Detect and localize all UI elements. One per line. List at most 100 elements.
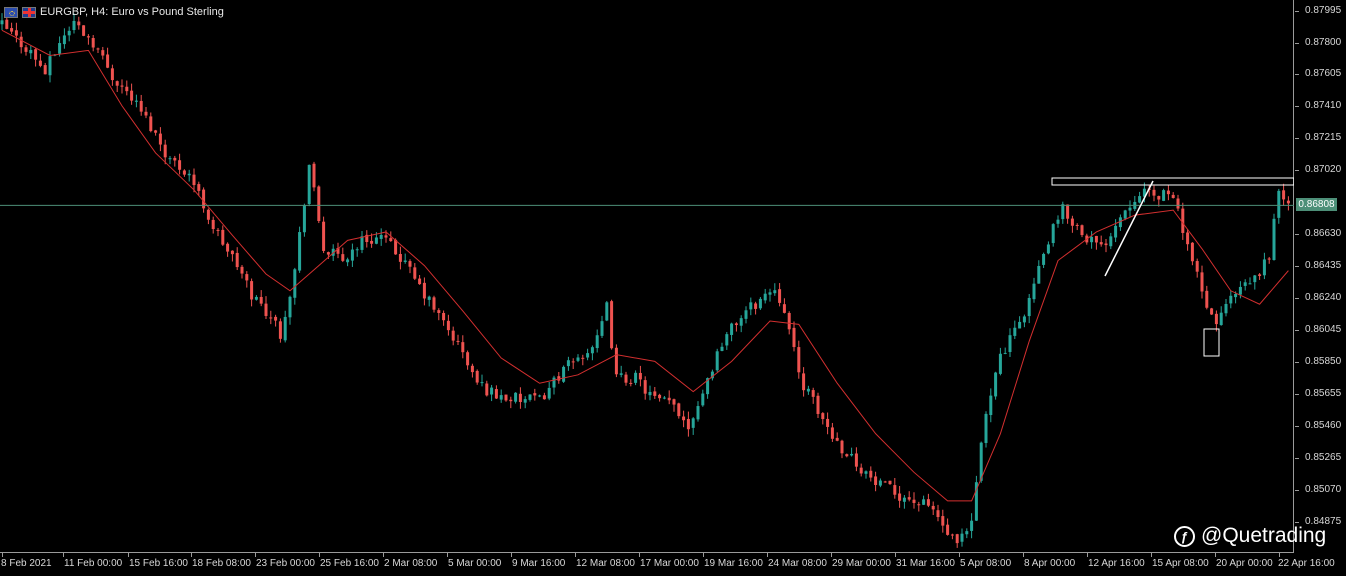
bull-candle[interactable] xyxy=(490,387,494,395)
bull-candle[interactable] xyxy=(1262,259,1266,276)
bear-candle[interactable] xyxy=(581,357,585,359)
bear-candle[interactable] xyxy=(658,394,662,399)
bear-candle[interactable] xyxy=(845,454,849,457)
bear-candle[interactable] xyxy=(485,383,489,396)
bull-candle[interactable] xyxy=(749,302,753,310)
bull-candle[interactable] xyxy=(576,357,580,361)
bear-candle[interactable] xyxy=(797,347,801,373)
bear-candle[interactable] xyxy=(115,81,119,86)
bear-candle[interactable] xyxy=(389,238,393,242)
bear-candle[interactable] xyxy=(1205,290,1209,308)
bull-candle[interactable] xyxy=(590,347,594,354)
bear-candle[interactable] xyxy=(475,370,479,383)
bull-candle[interactable] xyxy=(1013,327,1017,336)
bear-candle[interactable] xyxy=(5,19,9,29)
bear-candle[interactable] xyxy=(1195,261,1199,272)
bear-candle[interactable] xyxy=(509,399,513,402)
bull-candle[interactable] xyxy=(648,391,652,396)
bear-candle[interactable] xyxy=(672,399,676,405)
bear-candle[interactable] xyxy=(77,21,81,26)
bull-candle[interactable] xyxy=(499,395,503,400)
bear-candle[interactable] xyxy=(811,390,815,397)
bull-candle[interactable] xyxy=(293,269,297,298)
bull-candle[interactable] xyxy=(298,232,302,271)
bull-candle[interactable] xyxy=(1114,225,1118,238)
bear-candle[interactable] xyxy=(1176,198,1180,209)
bear-candle[interactable] xyxy=(278,321,282,339)
bear-candle[interactable] xyxy=(192,174,196,186)
bear-candle[interactable] xyxy=(754,303,758,309)
bull-candle[interactable] xyxy=(1229,295,1233,304)
bull-candle[interactable] xyxy=(528,394,532,400)
bear-candle[interactable] xyxy=(384,235,388,238)
bear-candle[interactable] xyxy=(610,301,614,349)
bull-candle[interactable] xyxy=(379,234,383,239)
bull-candle[interactable] xyxy=(134,100,138,102)
bear-candle[interactable] xyxy=(173,157,177,161)
bear-candle[interactable] xyxy=(653,391,657,396)
bull-candle[interactable] xyxy=(662,397,666,399)
bear-candle[interactable] xyxy=(802,373,806,391)
bull-candle[interactable] xyxy=(283,316,287,341)
bear-candle[interactable] xyxy=(269,317,273,319)
bear-candle[interactable] xyxy=(782,304,786,313)
bear-candle[interactable] xyxy=(1286,200,1290,204)
bear-candle[interactable] xyxy=(883,481,887,483)
bull-candle[interactable] xyxy=(701,393,705,406)
bull-candle[interactable] xyxy=(730,323,734,335)
bull-candle[interactable] xyxy=(403,260,407,262)
bear-candle[interactable] xyxy=(125,86,129,92)
bull-candle[interactable] xyxy=(600,321,604,336)
bull-candle[interactable] xyxy=(346,259,350,263)
bull-candle[interactable] xyxy=(168,158,172,160)
bear-candle[interactable] xyxy=(859,467,863,474)
bear-candle[interactable] xyxy=(533,393,537,396)
bull-candle[interactable] xyxy=(302,205,306,233)
bear-candle[interactable] xyxy=(341,254,345,261)
bull-candle[interactable] xyxy=(1042,253,1046,265)
bull-candle[interactable] xyxy=(922,499,926,505)
bear-candle[interactable] xyxy=(1186,232,1190,245)
bear-candle[interactable] xyxy=(370,240,374,244)
bull-candle[interactable] xyxy=(696,406,700,420)
bear-candle[interactable] xyxy=(317,186,321,222)
bull-candle[interactable] xyxy=(864,471,868,474)
bull-candle[interactable] xyxy=(768,292,772,295)
bear-candle[interactable] xyxy=(466,352,470,366)
bear-candle[interactable] xyxy=(245,274,249,281)
bull-candle[interactable] xyxy=(480,382,484,384)
bear-candle[interactable] xyxy=(120,85,124,87)
bear-candle[interactable] xyxy=(1152,189,1156,196)
bear-candle[interactable] xyxy=(835,437,839,441)
bull-candle[interactable] xyxy=(1238,286,1242,295)
bear-candle[interactable] xyxy=(624,374,628,383)
bear-candle[interactable] xyxy=(216,229,220,231)
bear-candle[interactable] xyxy=(182,170,186,175)
bear-candle[interactable] xyxy=(1157,196,1161,200)
bull-candle[interactable] xyxy=(538,395,542,397)
bull-candle[interactable] xyxy=(725,334,729,346)
bear-candle[interactable] xyxy=(163,144,167,158)
time-axis[interactable]: 8 Feb 2021 11 Feb 00:00 15 Feb 16:00 18 … xyxy=(0,553,1335,576)
bull-candle[interactable] xyxy=(1090,236,1094,243)
bull-candle[interactable] xyxy=(720,346,724,351)
bear-candle[interactable] xyxy=(437,310,441,313)
bear-candle[interactable] xyxy=(1066,204,1070,219)
bear-candle[interactable] xyxy=(912,499,916,503)
bear-candle[interactable] xyxy=(629,382,633,384)
bear-candle[interactable] xyxy=(1171,194,1175,198)
bear-candle[interactable] xyxy=(442,312,446,321)
bull-candle[interactable] xyxy=(72,20,76,31)
bear-candle[interactable] xyxy=(451,330,455,341)
bear-candle[interactable] xyxy=(1267,258,1271,260)
bull-candle[interactable] xyxy=(1109,236,1113,247)
bear-candle[interactable] xyxy=(110,68,114,81)
bull-candle[interactable] xyxy=(715,351,719,371)
bull-candle[interactable] xyxy=(758,298,762,309)
bear-candle[interactable] xyxy=(82,25,86,36)
bear-candle[interactable] xyxy=(211,219,215,230)
bull-candle[interactable] xyxy=(605,302,609,321)
bear-candle[interactable] xyxy=(840,440,844,454)
bear-candle[interactable] xyxy=(638,372,642,380)
bear-candle[interactable] xyxy=(893,485,897,495)
